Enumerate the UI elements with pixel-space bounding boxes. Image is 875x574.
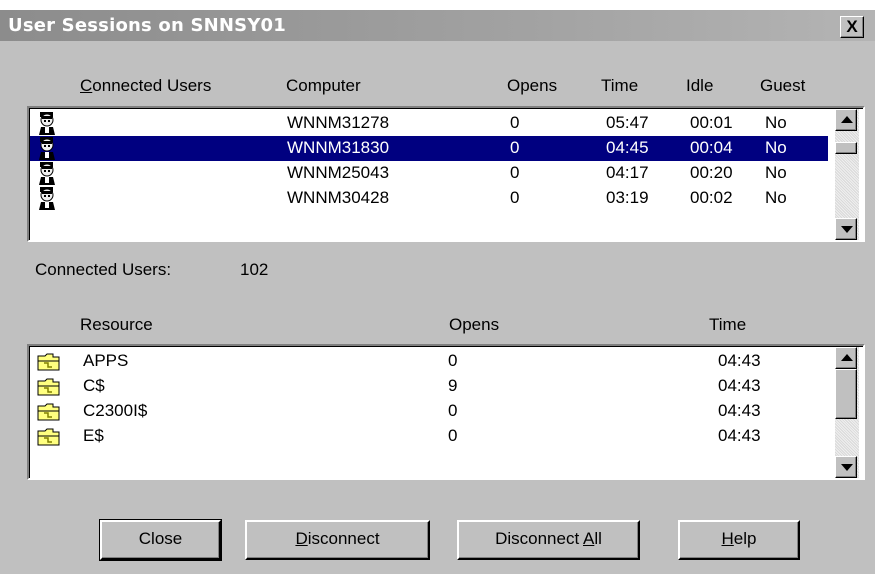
resource-row[interactable]: APPS 0 04:43 [30, 349, 830, 374]
title-bar: User Sessions on SNNSY01 X [0, 10, 875, 41]
disconnect-all-mnemonic: A [582, 529, 595, 548]
users-scroll-down-button[interactable] [835, 218, 857, 240]
header-computer: Computer [286, 76, 361, 95]
user-icon [37, 186, 57, 210]
cell-resource-name: E$ [83, 426, 104, 445]
cell-idle: 00:01 [690, 113, 733, 132]
shared-folder-icon [37, 428, 61, 446]
cell-opens: 0 [510, 188, 520, 207]
cell-opens: 0 [510, 163, 520, 182]
cell-resource-time: 04:43 [718, 426, 761, 445]
users-scroll-up-button[interactable] [835, 109, 857, 131]
disconnect-all-label-rest: ll [594, 529, 602, 548]
header-connected-users[interactable]: Connected Users [80, 76, 211, 96]
user-icon [37, 111, 57, 135]
cell-computer: WNNM30428 [287, 188, 390, 207]
scroll-down-arrow-icon [841, 226, 853, 233]
cell-resource-name: C$ [83, 376, 105, 395]
scroll-up-arrow-icon [841, 116, 853, 123]
resources-scroll-up-button[interactable] [835, 347, 857, 369]
cell-guest: No [765, 188, 787, 207]
cell-time: 03:19 [606, 188, 649, 207]
disconnect-button[interactable]: Disconnect [245, 520, 430, 560]
header-resource: Resource [80, 315, 153, 334]
header-guest: Guest [760, 76, 806, 95]
user-icon [37, 161, 57, 185]
cell-time: 05:47 [606, 113, 649, 132]
header-connected-users-rest: onnected Users [92, 76, 212, 95]
cell-resource-opens: 0 [448, 351, 458, 370]
resource-row[interactable]: C$ 9 04:43 [30, 374, 830, 399]
cell-opens: 0 [510, 113, 520, 132]
header-idle: Idle [686, 76, 714, 95]
users-scrollbar[interactable] [835, 109, 859, 240]
help-mnemonic: H [721, 529, 734, 548]
shared-folder-icon [37, 403, 61, 421]
cell-idle: 00:20 [690, 163, 733, 182]
cell-resource-opens: 9 [448, 376, 458, 395]
user-sessions-dialog: User Sessions on SNNSY01 X Connected Use… [0, 10, 875, 574]
user-row[interactable]: WNNM31830 0 04:45 00:04 No [30, 136, 828, 161]
disconnect-label-rest: isconnect [307, 529, 380, 548]
connected-users-list[interactable]: WNNM31278 0 05:47 00:01 No WNNM31830 0 0… [27, 106, 865, 242]
header-resource-opens: Opens [449, 315, 500, 334]
header-opens: Opens [507, 76, 558, 95]
disconnect-all-label-start: Disconnect [495, 529, 583, 548]
disconnect-mnemonic: D [295, 529, 308, 548]
user-row[interactable]: WNNM31278 0 05:47 00:01 No [30, 111, 830, 136]
close-button[interactable]: Close [99, 519, 222, 561]
cell-guest: No [765, 138, 787, 157]
cell-resource-name: APPS [83, 351, 129, 370]
connected-users-count-value: 102 [240, 260, 269, 279]
cell-time: 04:45 [606, 138, 649, 157]
cell-computer: WNNM31278 [287, 113, 390, 132]
cell-resource-time: 04:43 [718, 376, 761, 395]
shared-folder-icon [37, 353, 61, 371]
help-label-rest: elp [733, 529, 757, 548]
header-time: Time [601, 76, 639, 95]
header-connected-users-mnemonic: C [80, 76, 93, 95]
cell-opens: 0 [510, 138, 520, 157]
header-resource-time: Time [709, 315, 747, 334]
users-scroll-thumb[interactable] [835, 142, 857, 154]
cell-guest: No [765, 113, 787, 132]
resources-scrollbar[interactable] [835, 347, 859, 478]
cell-computer: WNNM25043 [287, 163, 390, 182]
resources-scroll-thumb[interactable] [835, 369, 857, 419]
resource-row[interactable]: C2300I$ 0 04:43 [30, 399, 830, 424]
cell-resource-name: C2300I$ [83, 401, 148, 420]
help-button[interactable]: Help [678, 520, 800, 560]
cell-guest: No [765, 163, 787, 182]
connected-users-count-label: Connected Users: [35, 260, 172, 279]
cell-resource-opens: 0 [448, 401, 458, 420]
cell-time: 04:17 [606, 163, 649, 182]
cell-resource-time: 04:43 [718, 401, 761, 420]
resources-list[interactable]: APPS 0 04:43 C$ 9 04:43 C2300I$ 0 04:43 … [27, 344, 865, 480]
cell-computer: WNNM31830 [287, 138, 390, 157]
user-row[interactable]: WNNM30428 0 03:19 00:02 No [30, 186, 830, 211]
resources-scroll-down-button[interactable] [835, 456, 857, 478]
scroll-down-arrow-icon [841, 464, 853, 471]
scroll-up-arrow-icon [841, 354, 853, 361]
user-icon [37, 136, 57, 160]
resource-row[interactable]: E$ 0 04:43 [30, 424, 830, 449]
user-row[interactable]: WNNM25043 0 04:17 00:20 No [30, 161, 830, 186]
cell-resource-opens: 0 [448, 426, 458, 445]
disconnect-all-button[interactable]: Disconnect All [457, 520, 640, 560]
cell-idle: 00:04 [690, 138, 733, 157]
cell-idle: 00:02 [690, 188, 733, 207]
close-window-button[interactable]: X [840, 16, 864, 38]
shared-folder-icon [37, 378, 61, 396]
window-title: User Sessions on SNNSY01 [8, 15, 286, 36]
cell-resource-time: 04:43 [718, 351, 761, 370]
